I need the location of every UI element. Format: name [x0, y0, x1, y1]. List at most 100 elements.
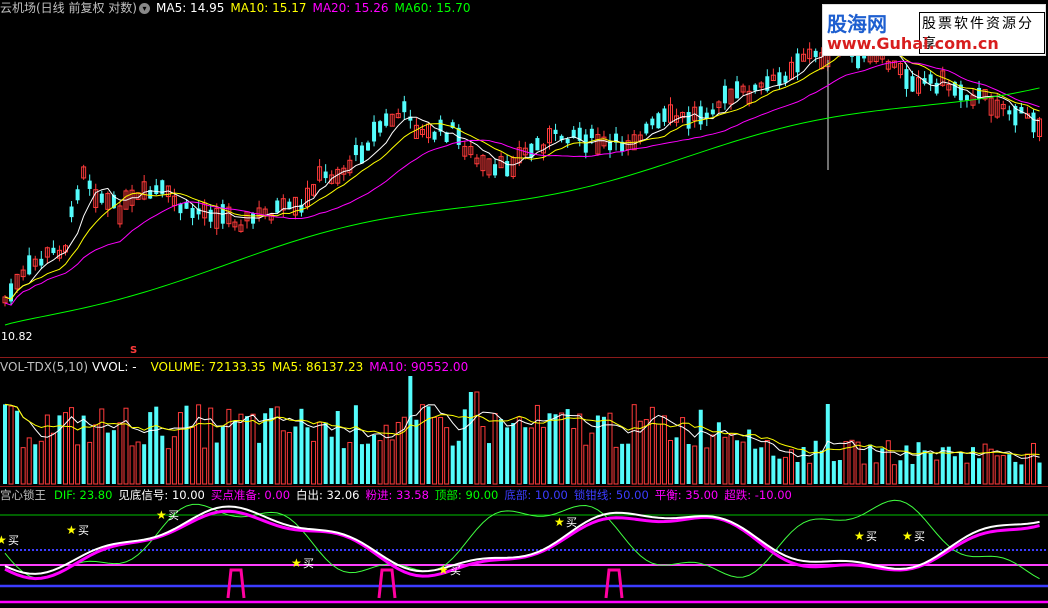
volume-bar [982, 443, 988, 485]
volume-bar [813, 440, 818, 484]
volume-bar [305, 427, 310, 484]
volume-bar [311, 440, 317, 485]
volume-bar [722, 436, 728, 485]
volume-bar [735, 440, 740, 484]
candle-body [75, 189, 80, 201]
volume-bar [534, 404, 540, 485]
volume-bar [819, 450, 824, 484]
volume-bar [26, 437, 32, 485]
volume-bar [142, 444, 147, 484]
volume-bar [123, 407, 129, 485]
watermark-url: www.Guhai.com.cn [827, 34, 999, 53]
candle-body [553, 129, 558, 134]
volume-bar [468, 392, 473, 484]
candle-body [910, 76, 915, 92]
volume-bar [177, 412, 183, 485]
candlestick-series [2, 28, 1043, 307]
volume-bar [655, 423, 661, 485]
volume-bar [952, 456, 957, 484]
volume-bar [389, 439, 395, 485]
volume-bar [565, 409, 570, 484]
volume-bar [511, 423, 516, 484]
volume-bar [885, 440, 891, 485]
star-icon: ★ [0, 533, 7, 547]
candle-body [154, 185, 159, 194]
volume-bar [891, 464, 897, 485]
buy-signal-label: 买 [450, 564, 461, 577]
volume-bar [740, 441, 746, 485]
volume-bar [801, 447, 806, 484]
candle-body [366, 142, 370, 151]
volume-bar [214, 442, 219, 484]
candle-body [359, 145, 364, 164]
volume-bar [438, 417, 444, 485]
bottom-signal-pulse [226, 568, 246, 599]
volume-bar [595, 415, 600, 484]
volume-bar [184, 405, 189, 484]
kline-chart-canvas[interactable]: ★ 买★ 买★ 买★ 买 ★ 买★ 买★ 买 ★ 买 [0, 0, 1048, 608]
volume-bar [728, 434, 734, 485]
candle-body [208, 209, 213, 222]
volume-bar [771, 455, 776, 484]
volume-bar [456, 440, 461, 484]
buy-signal-label: 买 [303, 557, 314, 570]
volume-bar [710, 434, 716, 485]
candle-body [904, 69, 909, 89]
volume-bar [15, 410, 20, 484]
star-icon: ★ [438, 563, 449, 577]
volume-bar [499, 419, 504, 484]
volume-bar [238, 413, 244, 485]
volume-bar [117, 422, 123, 485]
candle-body [710, 109, 715, 115]
volume-bar [946, 446, 951, 484]
volume-bar [329, 436, 334, 484]
volume-bar [154, 406, 159, 484]
volume-bar [589, 432, 595, 485]
buy-signal-label: 买 [78, 524, 89, 537]
volume-bar [81, 415, 86, 484]
candle-body [698, 106, 703, 125]
volume-bar [777, 458, 782, 484]
volume-bar [383, 424, 389, 485]
volume-bar [837, 460, 842, 484]
bottom-signal-pulse [604, 568, 624, 599]
candle-body [384, 113, 389, 126]
volume-bar [87, 441, 93, 485]
volume-bar [559, 412, 565, 485]
candle-body [39, 258, 44, 266]
volume-bar [613, 446, 619, 485]
volume-bar [450, 445, 455, 484]
volume-bar [347, 441, 353, 485]
volume-bar [487, 443, 491, 484]
ma20-line [4, 60, 1040, 306]
moving-average-lines [4, 42, 1040, 326]
candle-body [783, 75, 788, 83]
candle-body [650, 118, 655, 126]
volume-bars [3, 376, 1042, 485]
volume-bar [964, 462, 970, 485]
volume-bar [202, 447, 208, 485]
volume-bar [831, 461, 836, 484]
volume-bar [135, 441, 141, 485]
candle-body [753, 84, 758, 91]
candle-body [27, 255, 32, 275]
candle-body [178, 203, 183, 214]
volume-bar [190, 426, 196, 485]
volume-bar [540, 426, 546, 485]
ma60-line [4, 87, 1040, 326]
volume-bar [704, 447, 710, 485]
volume-bar [8, 405, 14, 485]
volume-bar [245, 416, 249, 484]
candle-body [565, 138, 570, 144]
volume-bar [692, 445, 698, 485]
candle-body [656, 113, 661, 129]
volume-bar [372, 434, 377, 484]
volume-bar [250, 413, 256, 485]
volume-bar [583, 444, 589, 485]
buy-signal-label: 买 [914, 530, 925, 543]
candle-body [1031, 112, 1036, 133]
volume-bar [620, 443, 625, 484]
volume-bar [323, 422, 328, 484]
volume-bar [764, 439, 770, 485]
volume-bar [444, 427, 450, 485]
